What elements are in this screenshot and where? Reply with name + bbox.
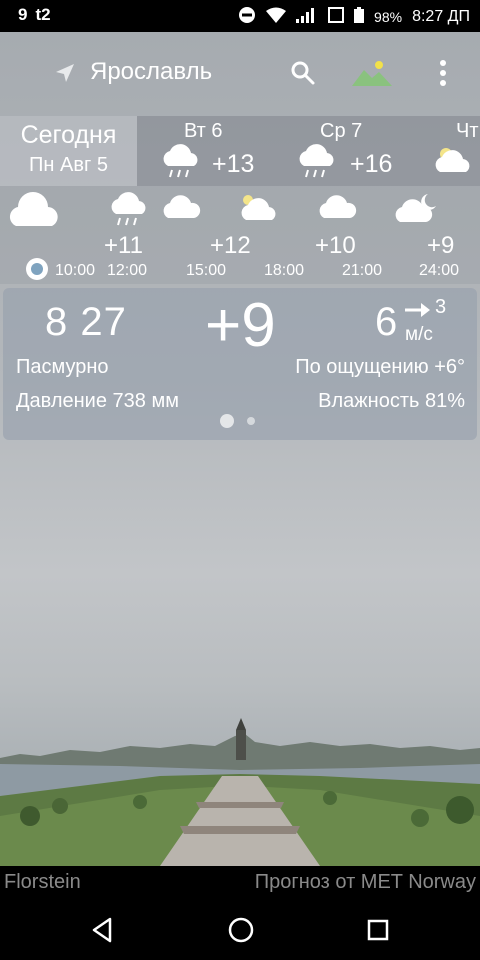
current-temperature: +9 [205, 291, 276, 360]
dnd-icon [238, 6, 256, 27]
hour-temp: +12 [210, 232, 251, 259]
day-temp: +16 [350, 150, 393, 178]
location-arrow-icon[interactable] [54, 62, 76, 89]
back-icon[interactable] [90, 916, 114, 949]
day-temp: +13 [212, 150, 255, 178]
wind-gust: 3 [435, 296, 447, 318]
day-tab-today[interactable]: Сегодня Пн Авг 5 [0, 116, 137, 186]
wifi-icon [266, 7, 287, 26]
forecast-source[interactable]: Прогноз от MET Norway [255, 871, 476, 894]
sun-cloud-icon [432, 144, 476, 181]
city-name[interactable]: Ярославль [90, 58, 212, 86]
wind-unit: м/с [405, 324, 433, 345]
more-options-icon[interactable] [438, 58, 448, 93]
humidity: Влажность 81% [318, 390, 465, 412]
battery-icon [354, 7, 365, 26]
status-bar: 9 t2 98% 8:27 ДП [0, 0, 480, 32]
page-indicator [247, 417, 255, 425]
recents-icon[interactable] [366, 916, 390, 949]
page-indicator-active [220, 414, 234, 428]
day-tab-wednesday[interactable]: Ср 7 +16 [296, 116, 416, 186]
hour-label: 24:00 [419, 262, 460, 279]
photo-credit-bar: Florstein Прогноз от MET Norway [0, 866, 480, 900]
day-tab-thursday[interactable]: Чт [430, 116, 480, 186]
landscape-icon[interactable] [352, 58, 392, 93]
hour-label: 10:00 [55, 262, 96, 279]
photo-author[interactable]: Florstein [4, 871, 81, 894]
wind-direction-icon [405, 302, 431, 323]
day-date: Пн Авг 5 [29, 154, 108, 176]
hour-temp: +11 [104, 232, 143, 259]
hour-label: 18:00 [264, 262, 305, 279]
search-icon[interactable] [290, 60, 316, 91]
weather-description: Пасмурно [16, 356, 109, 378]
feels-like: По ощущению +6° [295, 356, 465, 378]
sun-cloud-icon [238, 192, 282, 229]
hour-temp: +10 [315, 232, 356, 259]
system-navigation-bar [0, 900, 480, 960]
data-roaming-icon [328, 7, 345, 26]
notification-count: 9 [18, 5, 28, 24]
current-weather-card[interactable]: 8 27 +9 6 3 м/с Пасмурно По ощущению +6°… [3, 288, 477, 440]
daily-forecast-row[interactable]: Сегодня Пн Авг 5 Вт 6 +13 Ср 7 +16 Чт [0, 116, 480, 186]
cloud-rain-icon [108, 192, 150, 233]
cloud-rain-icon [296, 144, 338, 185]
day-label: Чт [456, 120, 479, 142]
cloud-icon [160, 192, 204, 227]
carrier-label: t2 [35, 5, 51, 24]
signal-icon [296, 7, 318, 26]
home-icon[interactable] [227, 916, 255, 949]
cloud-icon [316, 192, 360, 227]
cloud-icon [6, 192, 64, 235]
battery-percent: 98% [374, 8, 403, 25]
day-tab-tuesday[interactable]: Вт 6 +13 [158, 116, 278, 186]
hour-label: 12:00 [107, 262, 148, 279]
hourly-forecast-row[interactable]: 10:00 +11 12:00 +12 15:00 18:00 +10 21:0… [0, 186, 480, 284]
status-time: 8:27 ДП [412, 7, 470, 25]
day-label: Ср 7 [320, 120, 363, 142]
wind-speed: 6 [375, 300, 398, 344]
cloud-rain-icon [160, 144, 202, 185]
hour-temp: +9 [427, 232, 455, 259]
day-label: Вт 6 [184, 120, 223, 142]
hour-label: 21:00 [342, 262, 383, 279]
clock-time: 8 27 [45, 300, 127, 344]
day-label: Сегодня [20, 121, 117, 149]
pressure: Давление 738 мм [16, 390, 179, 412]
current-time-marker [26, 258, 48, 280]
moon-cloud-icon [394, 192, 440, 231]
hour-label: 15:00 [186, 262, 227, 279]
